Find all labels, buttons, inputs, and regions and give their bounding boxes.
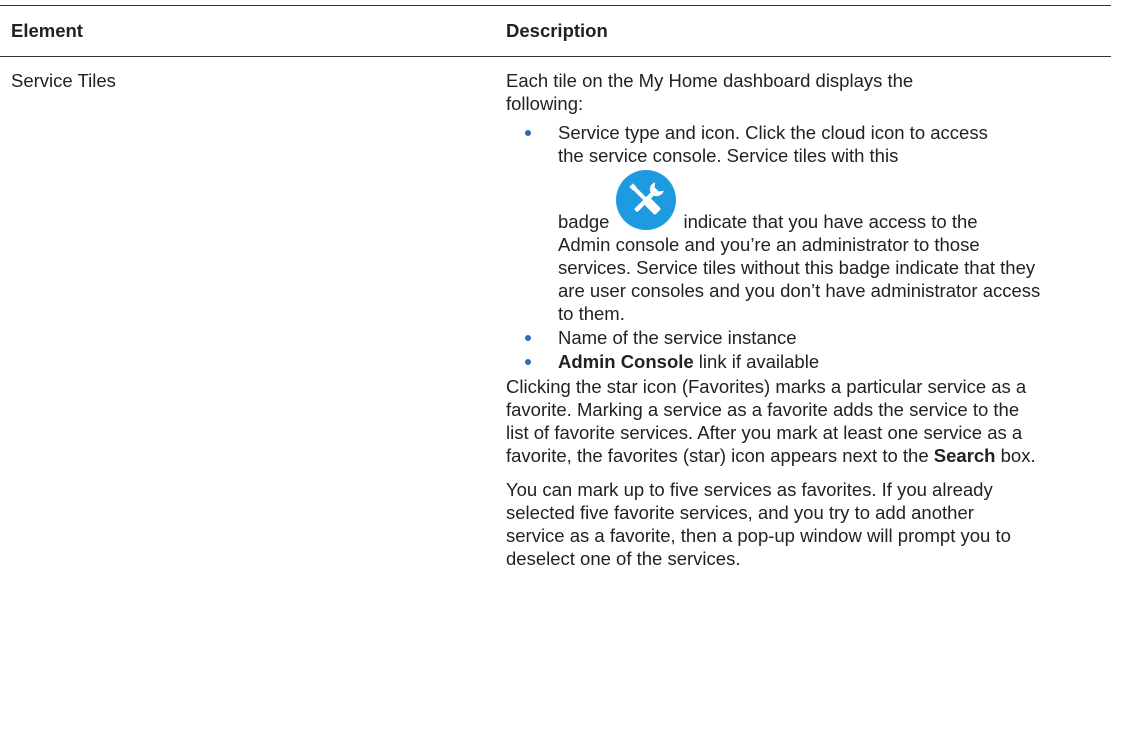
bullet-3-text: link if available [693, 351, 820, 372]
favorites-text-after: box. [995, 445, 1036, 466]
favorites-paragraph: Clicking the star icon (Favorites) marks… [506, 375, 1036, 467]
header-element: Element [11, 20, 83, 41]
bullet-1-text-c: Admin console and you’re an administrato… [558, 234, 1041, 324]
admin-badge-icon [616, 170, 677, 230]
admin-console-link-label: Admin Console [558, 351, 694, 372]
row-description-cell: Each tile on the My Home dashboard displ… [502, 57, 1111, 570]
element-description-table: Element Description Service Tiles Each t… [0, 5, 1111, 570]
table-header-row: Element Description [0, 6, 1111, 56]
bullet-icon [525, 130, 531, 136]
header-description: Description [506, 20, 608, 41]
bullet-icon [525, 335, 531, 341]
feature-bullet-list: Service type and icon. Click the cloud i… [506, 121, 1071, 373]
bullet-icon [525, 359, 531, 365]
bullet-1-text-a: Service type and icon. Click the cloud i… [558, 122, 988, 166]
description-intro: Each tile on the My Home dashboard displ… [506, 70, 914, 114]
table-row: Service Tiles Each tile on the My Home d… [0, 57, 1111, 570]
search-box-label: Search [933, 445, 996, 466]
favorites-limit-paragraph: You can mark up to five services as favo… [506, 479, 1011, 569]
list-item: Name of the service instance [506, 326, 1071, 349]
badge-line: badge indicate that you have access to t… [558, 170, 1071, 233]
bullet-1-text-b: indicate that you have access to the [683, 211, 978, 232]
bullet-2-text: Name of the service instance [558, 327, 797, 348]
bullet-1-badge-word: badge [558, 211, 610, 232]
list-item: Admin Console link if available [506, 350, 1071, 373]
row-element-cell: Service Tiles [11, 70, 116, 91]
list-item: Service type and icon. Click the cloud i… [506, 121, 1071, 325]
